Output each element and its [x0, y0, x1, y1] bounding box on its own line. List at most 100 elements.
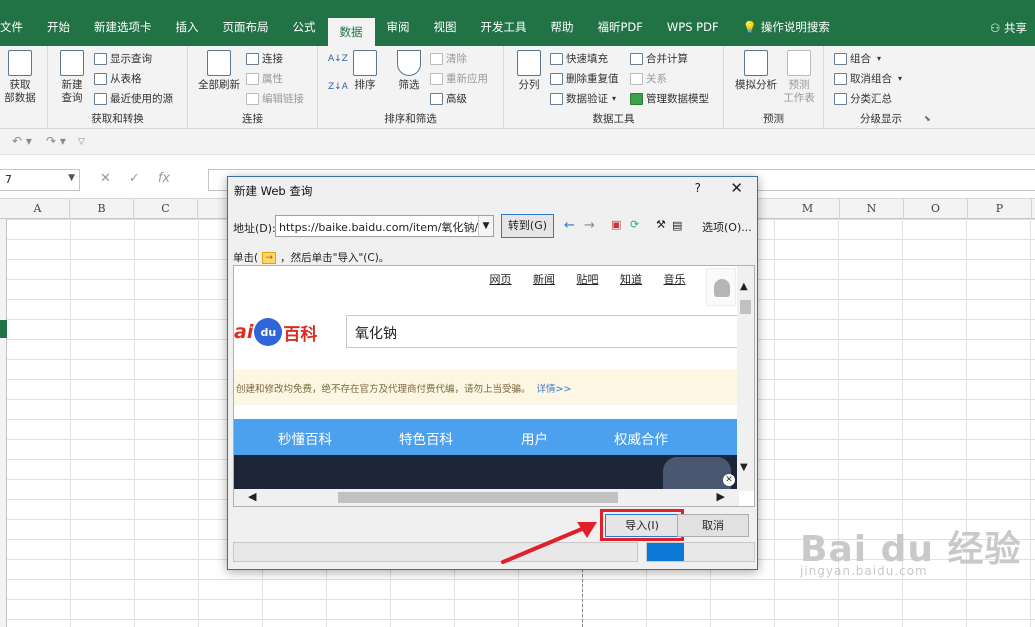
sort-button[interactable]: 排序 [348, 50, 382, 92]
tab-developer[interactable]: 开发工具 [469, 8, 539, 46]
tab-wps-pdf[interactable]: WPS PDF [655, 8, 731, 46]
nav-link-tieba[interactable]: 贴吧 [577, 273, 599, 286]
column-header-m[interactable]: M [776, 199, 840, 219]
tab-insert[interactable]: 插入 [164, 8, 211, 46]
qq-mascot-icon [706, 268, 736, 306]
share-button[interactable]: ⚇ 共享 [990, 20, 1027, 36]
stop-icon[interactable]: ▣ [611, 218, 621, 231]
column-header-p[interactable]: P [968, 199, 1032, 219]
text-to-columns-button[interactable]: 分列 [510, 50, 548, 92]
new-query-button[interactable]: 新建 查询 [54, 50, 90, 105]
connections-button[interactable]: 连接 [246, 51, 283, 66]
notice-details-link[interactable]: 详情>> [537, 384, 572, 395]
get-data-button[interactable]: 获取 部数据 [0, 50, 42, 105]
flash-fill-button[interactable]: 快速填充 [550, 51, 608, 66]
chevron-down-icon[interactable]: ▼ [478, 216, 493, 236]
check-icon[interactable]: ✓ [129, 171, 140, 186]
category-authority[interactable]: 权威合作 [614, 428, 668, 448]
advanced-button[interactable]: 高级 [430, 91, 467, 106]
consolidate-button[interactable]: 合并计算 [630, 51, 688, 66]
close-icon[interactable]: ✕ [730, 179, 743, 197]
cancel-button[interactable]: 取消 [677, 514, 749, 537]
data-validation-icon [550, 92, 563, 105]
nav-link-zhidao[interactable]: 知道 [620, 273, 642, 286]
column-header-n[interactable]: N [840, 199, 904, 219]
recent-sources-button[interactable]: 最近使用的源 [94, 91, 173, 106]
help-button[interactable]: ? [695, 181, 701, 195]
reapply-button[interactable]: 重新应用 [430, 71, 488, 86]
tab-file[interactable]: 文件 [0, 8, 35, 46]
tell-me-search[interactable]: 💡 操作说明搜索 [731, 8, 842, 46]
tab-data[interactable]: 数据 [327, 18, 375, 46]
back-icon[interactable]: ← [564, 218, 575, 233]
save-query-icon[interactable]: ▤ [672, 219, 682, 232]
scrollbar-thumb[interactable] [338, 492, 618, 503]
group-button[interactable]: 组合 ▾ [834, 51, 881, 66]
what-if-button[interactable]: 模拟分析 [730, 50, 782, 92]
manage-data-model-button[interactable]: 管理数据模型 [630, 91, 709, 106]
close-banner-icon[interactable]: ✕ [723, 474, 735, 486]
remove-duplicates-button[interactable]: 删除重复值 [550, 71, 619, 86]
address-label: 地址(D): [233, 222, 276, 235]
clear-button[interactable]: 清除 [430, 51, 467, 66]
relationships-button[interactable]: 关系 [630, 71, 667, 86]
refresh-all-button[interactable]: 全部刷新 [196, 50, 242, 92]
show-queries-button[interactable]: 显示查询 [94, 51, 152, 66]
tab-page-layout[interactable]: 页面布局 [211, 8, 281, 46]
chevron-right-icon[interactable]: ▶ [717, 490, 725, 503]
tab-home[interactable]: 开始 [35, 8, 82, 46]
nav-link-music[interactable]: 音乐 [664, 273, 686, 286]
subtotal-button[interactable]: 分类汇总 [834, 91, 892, 106]
fx-icon[interactable]: fx [158, 171, 170, 186]
ungroup-icon [834, 72, 847, 85]
name-box[interactable]: 7 ▼ [0, 169, 80, 191]
category-tese[interactable]: 特色百科 [399, 428, 453, 448]
group-label: 连接 [242, 113, 263, 125]
properties-button[interactable]: 属性 [246, 71, 283, 86]
column-header-c[interactable]: C [134, 199, 198, 219]
column-header-o[interactable]: O [904, 199, 968, 219]
sort-az-icon[interactable]: A↓Z [328, 54, 348, 64]
chevron-left-icon[interactable]: ◀ [248, 490, 256, 503]
tab-foxit-pdf[interactable]: 福昕PDF [586, 8, 655, 46]
goto-button[interactable]: 转到(G) [501, 214, 554, 238]
ungroup-button[interactable]: 取消组合 ▾ [834, 71, 902, 86]
baike-search-input[interactable]: 氧化钠 [346, 315, 741, 348]
address-field[interactable]: https://baike.baidu.com/item/氧化钠/1 ▼ [275, 215, 494, 237]
redo-icon[interactable]: ↷ ▾ [46, 134, 66, 148]
category-miaodong[interactable]: 秒懂百科 [278, 428, 332, 448]
filter-button[interactable]: 筛选 [392, 50, 426, 92]
group-label: 分级显示 [860, 113, 902, 125]
scrollbar-thumb[interactable] [740, 300, 751, 314]
tab-new-tab[interactable]: 新建选项卡 [82, 8, 164, 46]
chevron-down-icon[interactable]: ▼ [740, 462, 748, 473]
column-header-a[interactable]: A [6, 199, 70, 219]
tab-view[interactable]: 视图 [422, 8, 469, 46]
sort-za-icon[interactable]: Z↓A [328, 82, 348, 92]
notice-banner: 创建和修改均免费，绝不存在官方及代理商付费代编，请勿上当受骗。 详情>> [234, 370, 739, 405]
options-button[interactable]: 选项(O)... [702, 219, 752, 235]
hide-icons-icon[interactable]: ⚒ [656, 218, 666, 231]
cancel-icon[interactable]: ✕ [100, 171, 111, 186]
relationships-icon [630, 72, 643, 85]
tab-help[interactable]: 帮助 [539, 8, 586, 46]
category-user[interactable]: 用户 [521, 428, 548, 448]
forward-icon[interactable]: → [584, 218, 595, 233]
nav-link-web[interactable]: 网页 [490, 273, 512, 286]
refresh-icon[interactable]: ⟳ [630, 218, 639, 231]
edit-links-button[interactable]: 编辑链接 [246, 91, 304, 106]
from-table-button[interactable]: 从表格 [94, 71, 142, 86]
tab-formulas[interactable]: 公式 [281, 8, 328, 46]
data-validation-button[interactable]: 数据验证 ▾ [550, 91, 616, 106]
horizontal-scrollbar[interactable]: ◀ ▶ [234, 489, 739, 506]
customize-qat-icon[interactable]: ▽ [78, 137, 85, 147]
forecast-sheet-button[interactable]: 预测 工作表 [780, 50, 818, 105]
nav-link-news[interactable]: 新闻 [533, 273, 555, 286]
undo-icon[interactable]: ↶ ▾ [12, 134, 32, 148]
dialog-launcher-icon[interactable]: ⬊ [924, 114, 931, 123]
chevron-up-icon[interactable]: ▲ [740, 281, 748, 292]
web-preview-pane[interactable]: 网页 新闻 贴吧 知道 音乐 图 aidu百科 氧化钠 创建和修改均免费，绝不存… [233, 265, 755, 507]
tab-review[interactable]: 审阅 [375, 8, 422, 46]
vertical-scrollbar[interactable]: ▲ ▼ [737, 266, 754, 491]
column-header-b[interactable]: B [70, 199, 134, 219]
